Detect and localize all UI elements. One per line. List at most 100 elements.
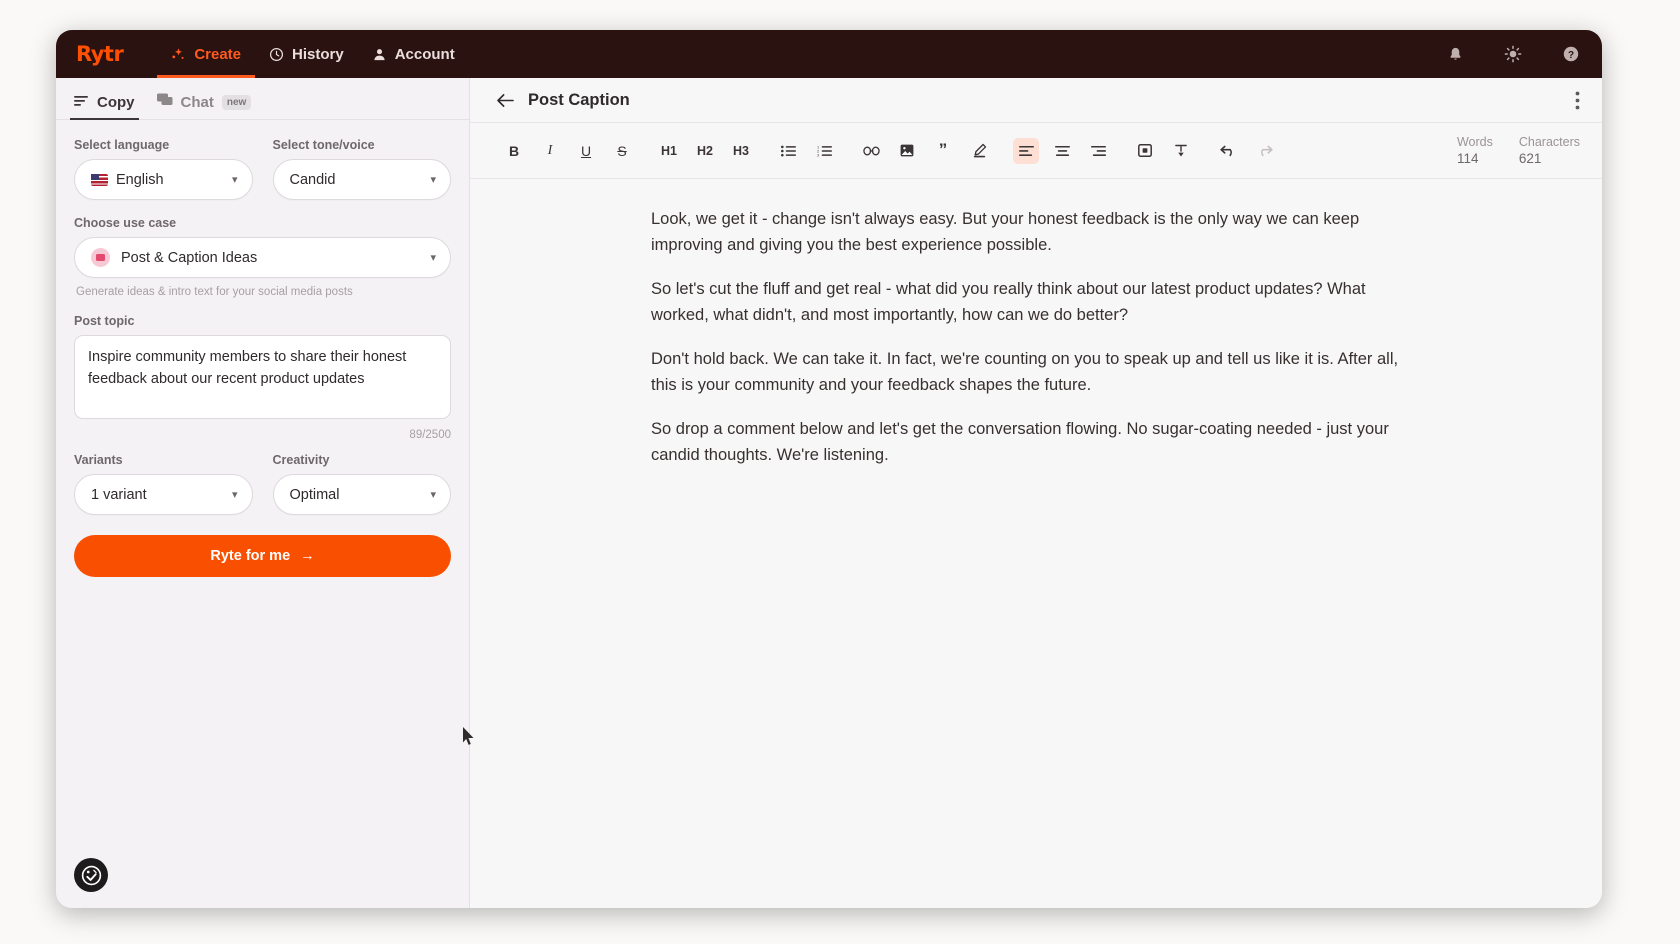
nav-item-create[interactable]: Create: [157, 30, 255, 78]
creativity-value: Optimal: [289, 486, 340, 503]
language-field: Select language English ▾: [74, 138, 253, 200]
language-value: English: [116, 171, 164, 188]
toolbar-buttons: B I U S H1 H2 H3 123 ”: [496, 137, 1282, 164]
top-navigation-bar: Rytr Create History Account ?: [56, 30, 1602, 78]
undo-icon[interactable]: [1215, 138, 1241, 164]
back-arrow-icon[interactable]: [496, 93, 515, 108]
variants-label: Variants: [74, 453, 123, 467]
use-case-icon: [91, 248, 110, 267]
editor-stats: Words 114 Characters 621: [1457, 135, 1580, 166]
app-window: Rytr Create History Account ? Copy Chat …: [56, 30, 1602, 908]
use-case-value: Post & Caption Ideas: [121, 249, 258, 266]
tab-copy-label: Copy: [97, 94, 135, 111]
nav-item-create-label: Create: [194, 45, 242, 63]
align-right-button[interactable]: [1085, 138, 1111, 164]
nav-item-account[interactable]: Account: [358, 30, 469, 78]
copy-form: Select language English ▾ Select tone/vo…: [56, 120, 469, 577]
nav-item-account-label: Account: [394, 45, 455, 63]
italic-button[interactable]: I: [537, 138, 563, 164]
language-label: Select language: [74, 138, 170, 152]
chevron-down-icon: ▾: [231, 174, 238, 186]
clock-icon: [269, 47, 284, 62]
user-icon: [372, 47, 387, 62]
svg-text:3: 3: [817, 153, 819, 156]
redo-icon[interactable]: [1251, 138, 1277, 164]
nav-item-history[interactable]: History: [255, 30, 358, 78]
chevron-down-icon: ▾: [231, 489, 238, 501]
blockquote-icon[interactable]: ”: [930, 138, 956, 164]
highlight-icon[interactable]: [966, 138, 992, 164]
accessibility-icon[interactable]: [74, 858, 108, 892]
post-topic-input[interactable]: [74, 335, 451, 419]
word-count: Words 114: [1457, 135, 1493, 166]
tone-label: Select tone/voice: [272, 138, 375, 152]
heading-2-button[interactable]: H2: [692, 138, 718, 164]
help-icon[interactable]: ?: [1562, 45, 1580, 63]
bulleted-list-button[interactable]: [775, 138, 801, 164]
sun-icon[interactable]: [1504, 45, 1522, 63]
nav-item-history-label: History: [292, 45, 344, 63]
use-case-hint: Generate ideas & intro text for your soc…: [76, 286, 353, 298]
document-paragraph: So drop a comment below and let's get th…: [651, 420, 1389, 464]
tone-value: Candid: [289, 171, 336, 188]
lines-icon: [74, 94, 89, 111]
rytr-logo[interactable]: Rytr: [76, 42, 124, 66]
document-paragraph: So let's cut the fluff and get real - wh…: [651, 280, 1366, 324]
creativity-select[interactable]: Optimal ▾: [272, 474, 451, 515]
link-icon[interactable]: [858, 138, 884, 164]
arrow-right-icon: →: [300, 548, 315, 564]
character-count: Characters 621: [1519, 135, 1580, 166]
clear-formatting-icon[interactable]: [1168, 138, 1194, 164]
variants-field: Variants 1 variant ▾: [74, 453, 253, 515]
creativity-field: Creativity Optimal ▾: [272, 453, 451, 515]
ryte-for-me-button[interactable]: Ryte for me →: [74, 535, 451, 577]
language-tone-row: Select language English ▾ Select tone/vo…: [74, 138, 451, 200]
image-icon[interactable]: [894, 138, 920, 164]
language-select[interactable]: English ▾: [74, 159, 253, 200]
numbered-list-button[interactable]: 123: [811, 138, 837, 164]
character-count-label: Characters: [1518, 135, 1580, 149]
editor-toolbar: B I U S H1 H2 H3 123 ” Words 114 Charact…: [470, 123, 1602, 179]
page-title: Post Caption: [528, 90, 630, 109]
tone-select[interactable]: Candid ▾: [272, 159, 451, 200]
post-topic-counter: 89/2500: [409, 429, 451, 441]
character-count-value: 621: [1518, 151, 1542, 166]
creativity-label: Creativity: [272, 453, 330, 467]
document-scroll-area[interactable]: Look, we get it - change isn't always ea…: [470, 179, 1602, 908]
tab-chat-new-badge: new: [221, 94, 252, 110]
top-nav-actions: ?: [1447, 45, 1580, 63]
chat-icon: [156, 93, 173, 111]
use-case-select[interactable]: Post & Caption Ideas ▾: [74, 237, 451, 278]
kebab-menu-icon[interactable]: [1575, 91, 1580, 110]
chevron-down-icon: ▾: [430, 174, 436, 186]
tab-chat[interactable]: Chat new: [156, 93, 252, 119]
tone-field: Select tone/voice Candid ▾: [272, 138, 451, 200]
variants-creativity-row: Variants 1 variant ▾ Creativity Optimal …: [74, 453, 451, 515]
strikethrough-button[interactable]: S: [609, 138, 635, 164]
use-case-label: Choose use case: [74, 216, 177, 230]
code-block-icon[interactable]: [1132, 138, 1158, 164]
underline-button[interactable]: U: [573, 138, 599, 164]
bold-button[interactable]: B: [501, 138, 527, 164]
app-body: Copy Chat new Select language English ▾ …: [56, 78, 1602, 908]
post-topic-label: Post topic: [74, 314, 135, 328]
heading-1-button[interactable]: H1: [656, 138, 682, 164]
align-left-button[interactable]: [1013, 137, 1039, 164]
chevron-down-icon: ▾: [430, 489, 436, 501]
word-count-value: 114: [1456, 151, 1479, 166]
tab-chat-label: Chat: [180, 93, 214, 111]
document-content[interactable]: Look, we get it - change isn't always ea…: [641, 179, 1431, 469]
align-center-button[interactable]: [1049, 138, 1075, 164]
chevron-down-icon: ▾: [430, 252, 436, 264]
svg-text:?: ?: [1568, 50, 1574, 61]
heading-3-button[interactable]: H3: [728, 138, 754, 164]
tab-copy[interactable]: Copy: [70, 94, 138, 120]
ryte-for-me-label: Ryte for me: [210, 548, 291, 564]
left-sidebar: Copy Chat new Select language English ▾ …: [56, 78, 474, 908]
variants-select[interactable]: 1 variant ▾: [74, 474, 253, 515]
document-header: Post Caption: [470, 78, 1602, 123]
bell-icon[interactable]: [1447, 46, 1464, 63]
use-case-field: Choose use case Post & Caption Ideas ▾ G…: [74, 216, 451, 298]
sparkle-icon: [171, 47, 186, 62]
panel-tabs: Copy Chat new: [56, 78, 469, 120]
